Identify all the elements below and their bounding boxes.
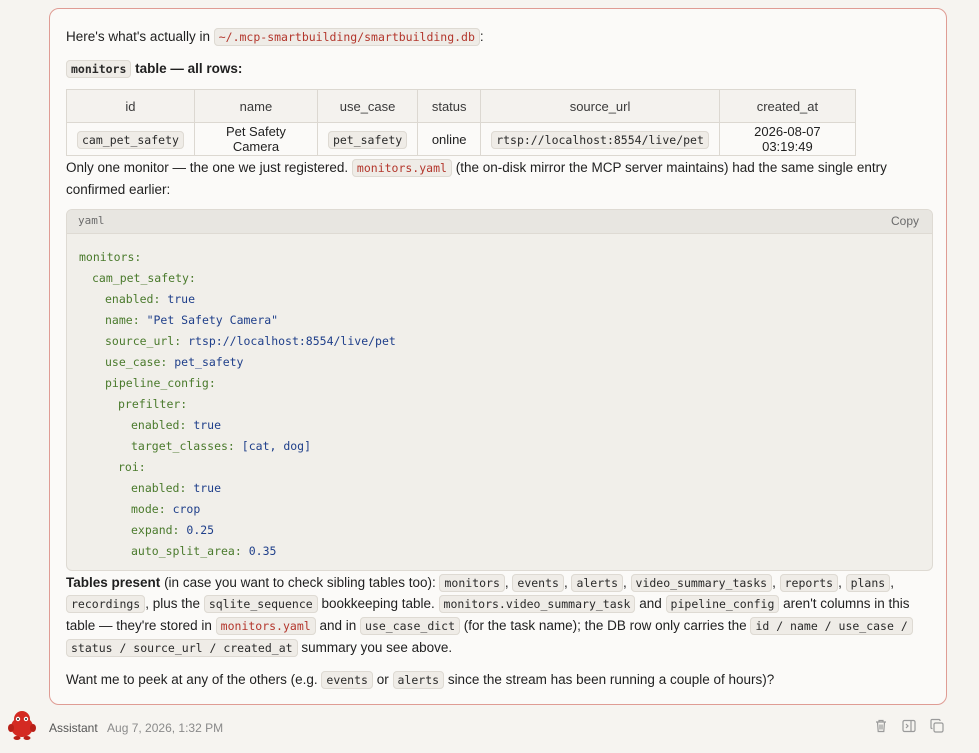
code-value: crop — [172, 502, 201, 516]
table-header-row: id name use_case status source_url creat… — [66, 89, 856, 123]
code-value: pet_safety — [174, 355, 244, 369]
code-line: target_classes: [cat, dog] — [79, 436, 396, 457]
table-plans-code: plans — [845, 574, 891, 592]
code-key: enabled: — [131, 418, 187, 432]
code-key: mode: — [131, 502, 166, 516]
table-name-code: monitors — [66, 60, 132, 78]
code-value: true — [193, 418, 222, 432]
table-reports-code: reports — [779, 574, 839, 592]
code-value: [cat, dog] — [241, 439, 312, 453]
monitors-yaml-code-2: monitors.yaml — [215, 617, 316, 635]
code-line: monitors: — [79, 247, 396, 268]
code-value: true — [167, 292, 196, 306]
video-summary-task-code: monitors.video_summary_task — [438, 595, 636, 613]
code-key: expand: — [131, 523, 180, 537]
code-key: enabled: — [131, 481, 187, 495]
code-value: 0.35 — [248, 544, 277, 558]
cell-name: Pet Safety Camera — [193, 122, 318, 156]
code-line: name: "Pet Safety Camera" — [79, 310, 396, 331]
code-value: rtsp://localhost:8554/live/pet — [188, 334, 396, 348]
table-monitors-code: monitors — [439, 574, 505, 592]
code-lines: monitors: cam_pet_safety: enabled: true nam… — [79, 247, 396, 562]
copy-icon[interactable] — [929, 718, 945, 734]
code-line: enabled: true — [79, 415, 396, 436]
monitors-yaml-code: monitors.yaml — [351, 159, 452, 177]
code-key: use_case: — [105, 355, 168, 369]
tables-line2: recordings, plus the sqlite_sequence boo… — [66, 593, 910, 615]
code-key: source_url: — [105, 334, 182, 348]
intro-text: Here's what's actually in — [66, 29, 210, 44]
tables-line1: Tables present (in case you want to chec… — [66, 574, 894, 592]
tables-line4: status / source_url / created_at summary… — [66, 637, 452, 659]
col-header-use-case: use_case — [316, 89, 419, 123]
intro-line: Here's what's actually in ~/.mcp-smartbu… — [66, 28, 484, 46]
para1-line1: Only one monitor — the one we just regis… — [66, 159, 887, 177]
alerts-code: alerts — [392, 671, 445, 689]
col-header-created-at: created_at — [718, 89, 856, 123]
code-line: cam_pet_safety: — [79, 268, 396, 289]
code-language-label: yaml — [78, 214, 105, 227]
code-key: roi: — [118, 460, 146, 474]
message-timestamp: Aug 7, 2026, 1:32 PM — [107, 721, 224, 735]
code-key: auto_split_area: — [131, 544, 242, 558]
cell-use-case: pet_safety — [327, 130, 408, 149]
copy-code-button[interactable]: Copy — [891, 214, 919, 228]
code-line: prefilter: — [79, 394, 396, 415]
fields-code-1: id / name / use_case / — [750, 617, 913, 635]
code-line: use_case: pet_safety — [79, 352, 396, 373]
code-value: "Pet Safety Camera" — [146, 313, 279, 327]
fields-code-2: status / source_url / created_at — [66, 639, 298, 657]
col-header-status: status — [417, 89, 482, 123]
code-key: prefilter: — [118, 397, 188, 411]
code-line: pipeline_config: — [79, 373, 396, 394]
sqlite-sequence-code: sqlite_sequence — [203, 595, 318, 613]
code-line: enabled: true — [79, 289, 396, 310]
table-recordings-code: recordings — [66, 595, 146, 613]
col-header-id: id — [66, 89, 195, 123]
code-key: cam_pet_safety: — [92, 271, 196, 285]
assistant-avatar-icon — [8, 711, 36, 740]
table-events-code: events — [512, 574, 564, 592]
tables-line3: table — they're stored in monitors.yaml … — [66, 615, 913, 637]
message-footer: Assistant Aug 7, 2026, 1:32 PM — [0, 706, 979, 753]
sender-name: Assistant — [49, 721, 98, 735]
code-key: name: — [105, 313, 140, 327]
code-line: auto_split_area: 0.35 — [79, 541, 396, 562]
cell-id: cam_pet_safety — [77, 130, 184, 149]
code-line: roi: — [79, 457, 396, 478]
table-video-summary-tasks-code: video_summary_tasks — [630, 574, 773, 592]
split-view-icon[interactable] — [901, 718, 917, 734]
col-header-name: name — [193, 89, 318, 123]
db-path-code: ~/.mcp-smartbuilding/smartbuilding.db — [213, 28, 480, 46]
question-line: Want me to peek at any of the others (e.… — [66, 671, 775, 689]
pipeline-config-code: pipeline_config — [665, 595, 780, 613]
code-line: mode: crop — [79, 499, 396, 520]
code-line: expand: 0.25 — [79, 520, 396, 541]
code-key: target_classes: — [131, 439, 235, 453]
use-case-dict-code: use_case_dict — [360, 617, 461, 635]
code-value: true — [193, 481, 222, 495]
code-key: pipeline_config: — [105, 376, 216, 390]
table-alerts-code: alerts — [571, 574, 623, 592]
code-block-header: yaml Copy — [67, 210, 932, 234]
cell-status: online — [417, 122, 482, 156]
para1-line2: confirmed earlier: — [66, 182, 171, 197]
code-key: enabled: — [105, 292, 161, 306]
code-line: source_url: rtsp://localhost:8554/live/p… — [79, 331, 396, 352]
trash-icon[interactable] — [873, 718, 889, 734]
events-code: events — [321, 671, 373, 689]
yaml-code-block: yaml Copy monitors: cam_pet_safety:enable… — [66, 209, 933, 571]
monitors-table: id name use_case status source_url creat… — [66, 89, 856, 156]
col-header-source-url: source_url — [480, 89, 720, 123]
code-line: enabled: true — [79, 478, 396, 499]
table-heading: monitors table — all rows: — [66, 58, 242, 80]
code-value: 0.25 — [186, 523, 215, 537]
code-key: monitors: — [79, 250, 142, 264]
table-row: cam_pet_safety Pet Safety Camera pet_saf… — [66, 122, 856, 156]
cell-source-url: rtsp://localhost:8554/live/pet — [491, 130, 709, 149]
message-meta: Assistant Aug 7, 2026, 1:32 PM — [49, 721, 223, 735]
cell-created-at: 2026-08-07 03:19:49 — [718, 122, 856, 156]
